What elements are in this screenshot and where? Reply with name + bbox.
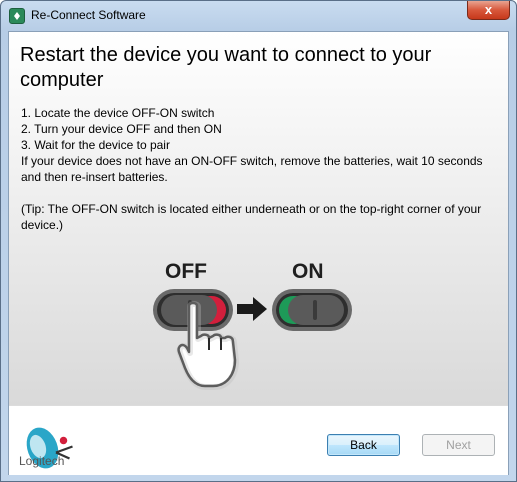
back-button[interactable]: Back (327, 434, 400, 456)
arrow-right-icon (237, 297, 267, 321)
close-button[interactable]: x (467, 1, 510, 20)
page-title: Restart the device you want to connect t… (20, 44, 432, 91)
app-icon (9, 8, 25, 24)
title-bar[interactable]: Re-Connect Software x (1, 1, 516, 31)
instructions: 1. Locate the device OFF-ON switch 2. Tu… (21, 105, 501, 185)
dialog-client-area: Restart the device you want to connect t… (8, 31, 509, 475)
on-label: ON (292, 260, 324, 283)
step-3: 3. Wait for the device to pair (21, 138, 170, 152)
content-panel: Restart the device you want to connect t… (9, 32, 508, 405)
tip-text: (Tip: The OFF-ON switch is located eithe… (21, 202, 482, 232)
close-icon: x (484, 2, 493, 17)
step-2: 2. Turn your device OFF and then ON (21, 122, 222, 136)
footer: Logitech Back Next (9, 405, 508, 475)
dialog-window: Re-Connect Software x Restart the device… (0, 0, 517, 482)
window-title: Re-Connect Software (31, 8, 146, 22)
off-label: OFF (165, 260, 207, 283)
battery-note: If your device does not have an ON-OFF s… (21, 154, 483, 184)
on-switch-icon (272, 289, 352, 331)
step-1: 1. Locate the device OFF-ON switch (21, 106, 215, 120)
logitech-logo-text: Logitech (19, 454, 65, 468)
next-button[interactable]: Next (422, 434, 495, 456)
